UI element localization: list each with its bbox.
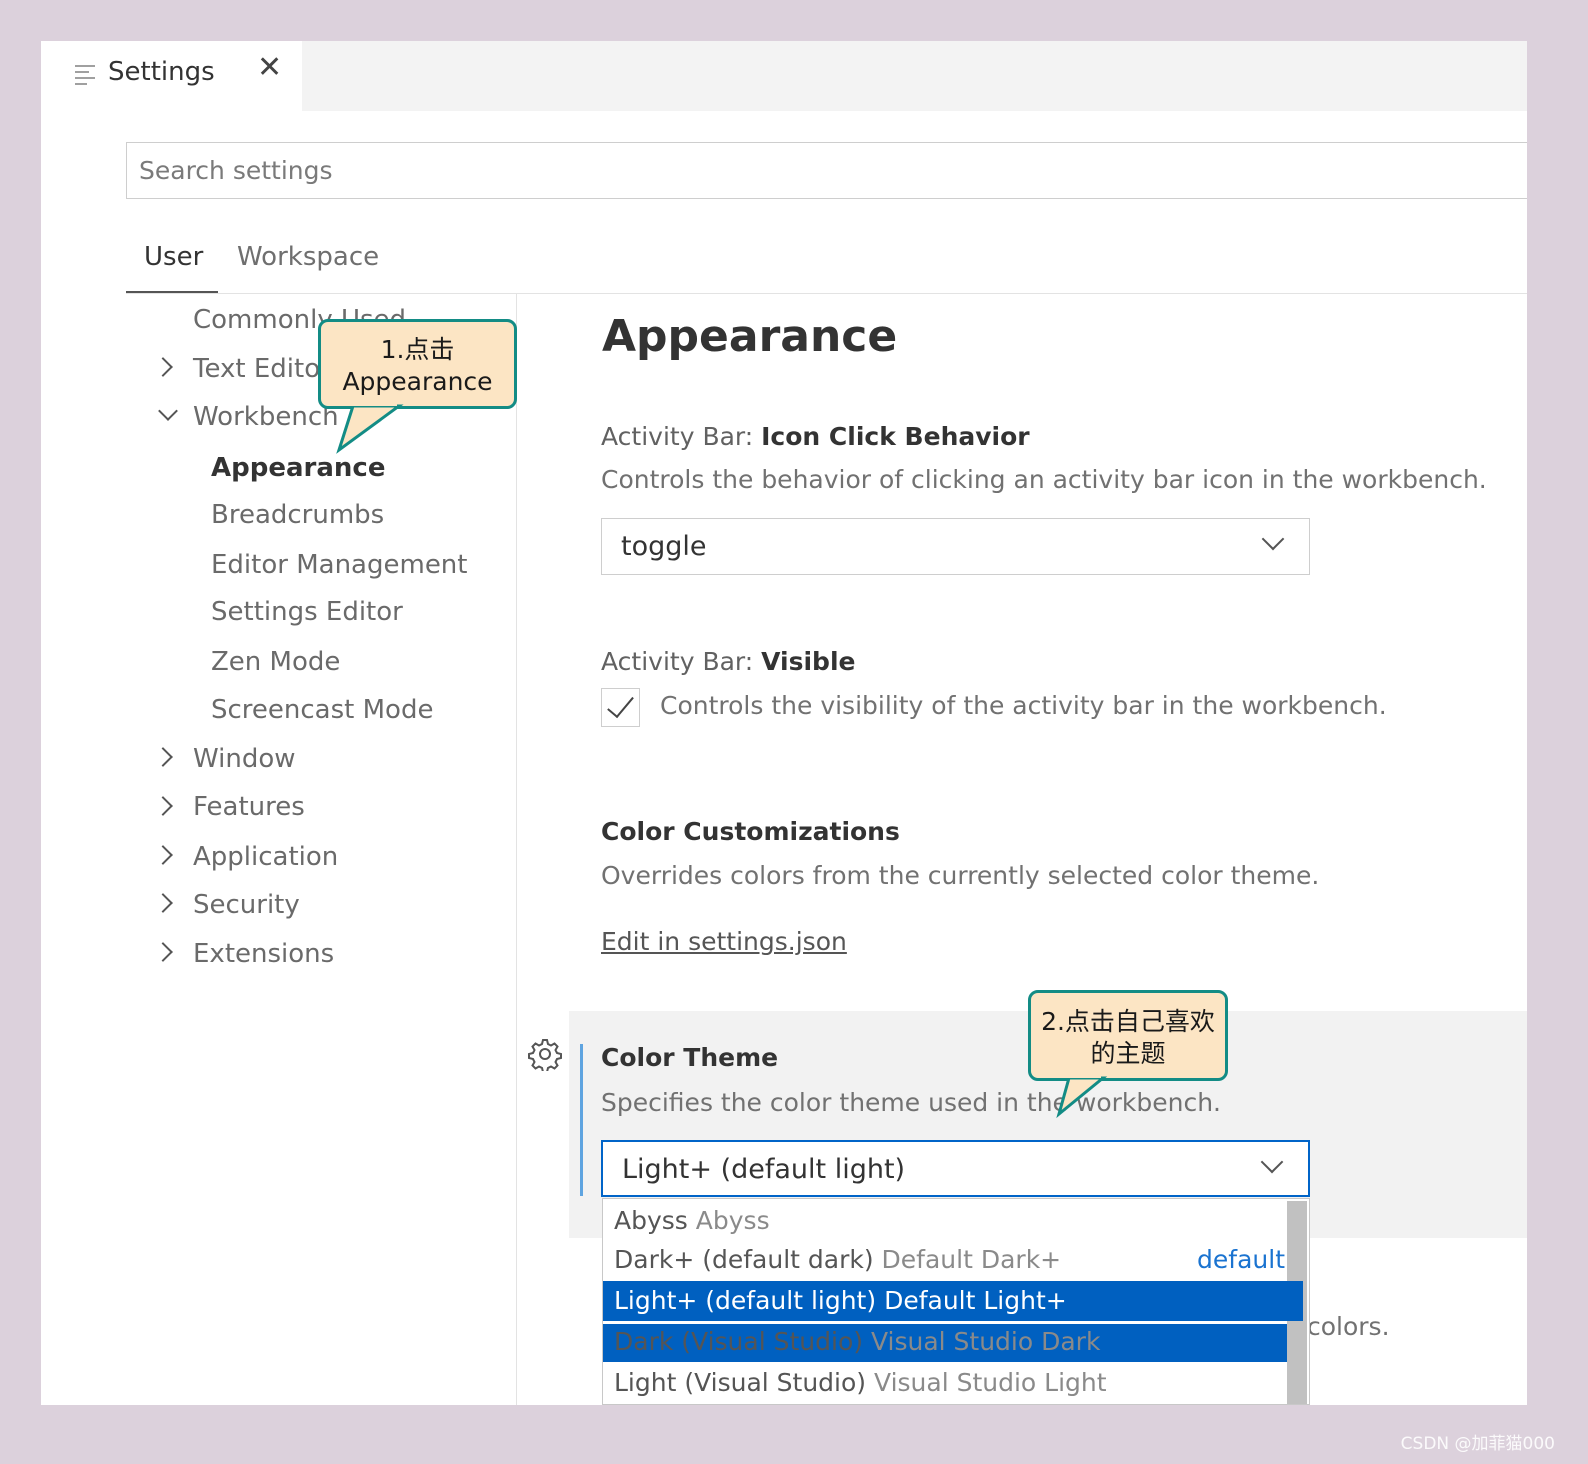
setting-name: Visible — [761, 647, 856, 676]
toc-item-appearance[interactable]: Appearance — [211, 453, 385, 483]
dropdown-option-selected[interactable]: Light+ (default light) Default Light+ — [603, 1281, 1303, 1321]
setting-category: Activity Bar: — [601, 422, 762, 451]
tab-strip: Settings ✕ — [41, 41, 1527, 111]
chevron-right-icon[interactable] — [153, 845, 173, 865]
tab-settings[interactable]: Settings ✕ — [41, 41, 302, 111]
toc-item-breadcrumbs[interactable]: Breadcrumbs — [211, 500, 384, 530]
toc-item-settings-editor[interactable]: Settings Editor — [211, 597, 403, 627]
setting-description: Controls the visibility of the activity … — [660, 691, 1387, 720]
divider — [126, 293, 1527, 294]
toc-item-workbench[interactable]: Workbench — [193, 402, 339, 432]
option-detail: Default Dark+ — [881, 1245, 1062, 1274]
dropdown-option[interactable]: Light (Visual Studio) Visual Studio Ligh… — [603, 1365, 1303, 1403]
color-theme-select[interactable]: Light+ (default light) — [601, 1140, 1310, 1197]
callout-text-line2: 的主题 — [1090, 1039, 1166, 1068]
callout-pointer — [1056, 1074, 1108, 1119]
chevron-right-icon[interactable] — [153, 357, 173, 377]
toc-item-screencast-mode[interactable]: Screencast Mode — [211, 695, 433, 725]
setting-title-visible: Activity Bar: Visible — [601, 647, 855, 676]
setting-description: Controls the behavior of clicking an act… — [601, 465, 1487, 494]
option-detail: Default Light+ — [884, 1286, 1067, 1315]
setting-category: Activity Bar: — [601, 647, 762, 676]
option-detail: Visual Studio Light — [874, 1368, 1107, 1397]
select-value: Light+ (default light) — [622, 1154, 906, 1185]
setting-name: Icon Click Behavior — [761, 422, 1030, 451]
close-icon[interactable]: ✕ — [257, 53, 282, 83]
toc-item-extensions[interactable]: Extensions — [193, 939, 334, 969]
gear-icon[interactable] — [528, 1037, 562, 1071]
callout-step-2: 2.点击自己喜欢 的主题 — [1028, 990, 1228, 1119]
chevron-down-icon — [1261, 527, 1285, 551]
option-detail: Visual Studio Dark — [870, 1327, 1101, 1356]
toc-item-security[interactable]: Security — [193, 890, 300, 920]
setting-title-icon-click: Activity Bar: Icon Click Behavior — [601, 422, 1030, 451]
dropdown-option[interactable]: Abyss Abyss — [603, 1202, 1303, 1240]
option-detail: Abyss — [695, 1206, 770, 1235]
setting-description: Specifies the color theme used in the wo… — [601, 1088, 1222, 1117]
option-label: Light (Visual Studio) — [614, 1368, 867, 1397]
tab-label: Settings — [108, 57, 215, 87]
callout-text-line1: 1.点击 — [380, 335, 455, 364]
toc-item-window[interactable]: Window — [193, 744, 296, 774]
tab-user[interactable]: User — [144, 242, 203, 272]
callout-text-line1: 2.点击自己喜欢 — [1041, 1007, 1215, 1036]
chevron-right-icon[interactable] — [153, 796, 173, 816]
icon-click-behavior-select[interactable]: toggle — [601, 518, 1310, 575]
setting-name: Color Customizations — [601, 817, 900, 846]
setting-title-color-theme: Color Theme — [601, 1043, 778, 1072]
checkmark-icon — [607, 689, 634, 719]
toc-item-text-editor[interactable]: Text Editor — [193, 354, 331, 384]
toc-divider — [516, 294, 517, 1405]
option-label: Abyss — [614, 1206, 688, 1235]
chevron-down-icon — [1260, 1150, 1284, 1174]
callout-step-1: 1.点击 Appearance — [318, 319, 517, 454]
callout-text-line2: Appearance — [342, 367, 493, 396]
toc-item-editor-management[interactable]: Editor Management — [211, 550, 467, 580]
chevron-right-icon[interactable] — [153, 747, 173, 767]
option-label: Dark (Visual Studio) — [614, 1327, 863, 1356]
watermark: CSDN @加菲猫000 — [1400, 1434, 1555, 1454]
visible-checkbox[interactable] — [601, 688, 640, 727]
chevron-right-icon[interactable] — [153, 893, 173, 913]
callout-pointer — [336, 402, 404, 454]
settings-file-icon — [75, 61, 95, 85]
option-label: Light+ (default light) — [614, 1286, 877, 1315]
setting-description: Overrides colors from the currently sele… — [601, 861, 1320, 890]
option-text: Light+ (default light) Default Light+ — [614, 1286, 1067, 1315]
option-text: Dark (Visual Studio) Visual Studio Dark — [614, 1327, 1100, 1356]
default-badge: default — [1197, 1245, 1285, 1274]
setting-name: Color Theme — [601, 1043, 779, 1072]
settings-window: Settings ✕ User Workspace Commonly Used … — [41, 41, 1527, 1405]
toc-item-features[interactable]: Features — [193, 792, 305, 822]
tab-workspace[interactable]: Workspace — [237, 242, 379, 272]
modified-indicator — [580, 1044, 583, 1196]
select-value: toggle — [621, 531, 707, 562]
chevron-right-icon[interactable] — [153, 942, 173, 962]
partial-description: colors. — [1307, 1312, 1390, 1341]
toc-item-zen-mode[interactable]: Zen Mode — [211, 647, 340, 677]
edit-in-settings-json-link[interactable]: Edit in settings.json — [601, 927, 847, 956]
chevron-down-icon[interactable] — [158, 401, 178, 421]
dropdown-option[interactable]: Dark (Visual Studio) Visual Studio Dark — [603, 1325, 1303, 1363]
dropdown-option[interactable]: Dark+ (default dark) Default Dark+ defau… — [603, 1241, 1303, 1279]
option-text: Light (Visual Studio) Visual Studio Ligh… — [614, 1368, 1107, 1397]
toc-item-application[interactable]: Application — [193, 842, 338, 872]
search-input[interactable] — [126, 142, 1527, 199]
section-heading: Appearance — [602, 311, 898, 362]
option-label: Dark+ (default dark) — [614, 1245, 874, 1274]
setting-title-color-customizations: Color Customizations — [601, 817, 900, 846]
